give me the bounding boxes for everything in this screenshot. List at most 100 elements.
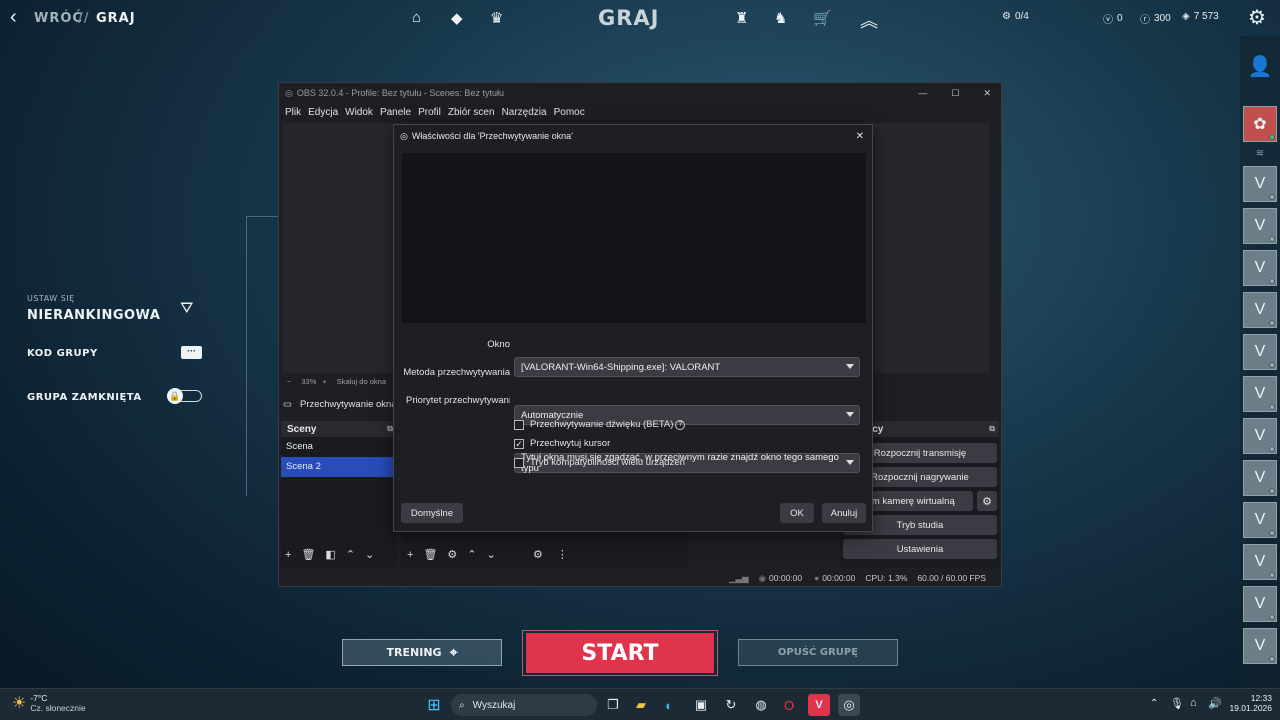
add-friend-icon[interactable]: 👤 [1240, 36, 1280, 96]
menu-scene-collection[interactable]: Zbiór scen [448, 107, 495, 118]
priority-label: Priorytet przechwytywania [406, 395, 510, 406]
taskbar-search[interactable]: ⌕ Wyszukaj [451, 694, 597, 716]
mode-emblem-icon[interactable]: ⛛ [180, 300, 193, 318]
weather-widget[interactable]: ☀ -7°C Cz. słonecznie [12, 693, 86, 713]
agents-icon[interactable]: ♛ [490, 9, 503, 27]
chat-bubble-icon[interactable]: ··· [181, 346, 202, 359]
audio-capture-checkbox-row[interactable]: Przechwytywanie dźwięku (BETA) ? [514, 419, 686, 430]
advanced-audio-icon[interactable]: ⚙ [533, 548, 543, 561]
missions-counter[interactable]: ⚙ 0/4 [1002, 11, 1029, 22]
collection-icon[interactable]: ◆ [451, 9, 463, 27]
store-icon[interactable]: ▣ [690, 694, 712, 716]
window-select[interactable]: [VALORANT-Win64-Shipping.exe]: VALORANT [514, 357, 860, 377]
settings-gear-icon[interactable]: ⚙ [1248, 5, 1266, 30]
battlepass-icon[interactable]: ♞ [774, 9, 787, 27]
maximize-icon[interactable]: ☐ [951, 88, 959, 99]
zoom-value: 33% [301, 376, 317, 386]
virtual-camera-settings-icon[interactable]: ⚙ [977, 491, 997, 511]
move-up-icon[interactable]: ⌃ [467, 548, 476, 561]
friend-slot[interactable]: V [1243, 418, 1277, 454]
task-view-icon[interactable]: ❐ [602, 694, 624, 716]
leave-group-button[interactable]: OPUŚĆ GRUPĘ [738, 639, 898, 666]
show-hidden-icons[interactable]: ⌃ [1150, 698, 1158, 709]
friend-slot[interactable]: V [1243, 292, 1277, 328]
opera-icon[interactable]: O [778, 694, 800, 716]
start-button[interactable]: START [526, 633, 714, 673]
vp-balance[interactable]: ⓥ 0 [1103, 11, 1123, 26]
trash-icon[interactable]: 🗑 [301, 548, 315, 561]
edge-icon[interactable]: ◐ [658, 694, 680, 716]
menu-tools[interactable]: Narzędzia [502, 107, 547, 118]
capture-cursor-checkbox-row[interactable]: ✓ Przechwytuj kursor [514, 438, 610, 449]
friend-slot[interactable]: V [1243, 544, 1277, 580]
defaults-button[interactable]: Domyślne [401, 503, 463, 523]
help-icon[interactable]: ? [675, 419, 686, 430]
friend-slot[interactable]: V [1243, 250, 1277, 286]
close-icon[interactable]: ✕ [856, 131, 864, 142]
home-icon[interactable]: ⌂ [412, 9, 421, 26]
multi-adapter-checkbox-row[interactable]: Tryb kompatybilności wielu urządzeń [514, 457, 685, 468]
zoom-in-button[interactable]: + [322, 377, 326, 386]
audio-capture-checkbox[interactable] [514, 419, 524, 430]
menu-view[interactable]: Widok [345, 107, 373, 118]
friend-slot[interactable]: V [1243, 166, 1277, 202]
gear-icon[interactable]: ⚙ [447, 548, 457, 561]
store-icon[interactable]: 🛒 [813, 9, 832, 27]
valorant-logo-icon: V [1254, 259, 1266, 276]
add-icon[interactable]: + [285, 549, 291, 561]
friend-slot[interactable]: V [1243, 376, 1277, 412]
obs-icon[interactable]: ◎ [838, 694, 860, 716]
menu-profile[interactable]: Profil [418, 107, 441, 118]
windows-start-icon[interactable]: ⊞ [423, 694, 445, 716]
menu-docks[interactable]: Panele [380, 107, 411, 118]
zoom-out-button[interactable]: − [287, 377, 291, 386]
friend-slot[interactable]: V [1243, 586, 1277, 622]
app-icon[interactable]: ↻ [720, 694, 742, 716]
ok-button[interactable]: OK [780, 503, 814, 523]
scene-item[interactable]: Scena [281, 437, 397, 457]
friend-slot[interactable]: V [1243, 208, 1277, 244]
multi-adapter-checkbox[interactable] [514, 457, 524, 468]
steam-icon[interactable]: ◍ [750, 694, 772, 716]
group-closed-toggle[interactable]: 🔒 [167, 388, 202, 404]
back-arrow-icon[interactable]: ‹ [10, 6, 17, 29]
scale-mode[interactable]: Skaluj do okna [337, 377, 386, 386]
network-icon[interactable]: ⌂ [1190, 697, 1197, 709]
capture-cursor-checkbox[interactable]: ✓ [514, 438, 524, 449]
add-icon[interactable]: + [407, 549, 413, 561]
filter-icon[interactable]: ◧ [325, 548, 335, 561]
file-explorer-icon[interactable]: ▰ [630, 694, 652, 716]
friend-slot[interactable]: V [1243, 502, 1277, 538]
trash-icon[interactable]: 🗑 [423, 548, 437, 561]
rank-icon[interactable]: ︽ [860, 7, 878, 33]
valorant-logo-icon: V [1254, 175, 1266, 192]
microphone-icon[interactable]: 🎙 [1170, 697, 1184, 710]
friend-slot[interactable]: V [1243, 334, 1277, 370]
move-up-icon[interactable]: ⌃ [346, 548, 355, 561]
move-down-icon[interactable]: ⌄ [365, 548, 374, 561]
search-icon: ⌕ [459, 699, 465, 711]
player-avatar[interactable]: ✿ [1243, 106, 1277, 142]
valorant-icon[interactable]: V [808, 694, 830, 716]
minimize-icon[interactable]: — [918, 88, 927, 98]
friend-slot[interactable]: V [1243, 460, 1277, 496]
close-icon[interactable]: ✕ [983, 88, 991, 99]
rp-balance[interactable]: ⓡ 300 [1140, 11, 1171, 26]
game-mode[interactable]: NIERANKINGOWA [27, 308, 160, 323]
training-button[interactable]: TRENING ⌖ [342, 639, 502, 666]
menu-file[interactable]: Plik [285, 107, 301, 118]
dock-undock-icon[interactable]: ⧉ [989, 424, 995, 434]
menu-edit[interactable]: Edycja [308, 107, 338, 118]
volume-icon[interactable]: 🔊 [1208, 697, 1222, 710]
career-icon[interactable]: ♜ [735, 9, 748, 27]
friend-slot[interactable]: V [1243, 628, 1277, 664]
menu-help[interactable]: Pomoc [554, 107, 585, 118]
settings-button[interactable]: Ustawienia [843, 539, 997, 559]
more-options-icon[interactable]: ⋮ [557, 548, 568, 561]
clock[interactable]: 12:33 19.01.2026 [1226, 693, 1272, 713]
cancel-button[interactable]: Anuluj [822, 503, 866, 523]
scene-item-selected[interactable]: Scena 2 [281, 457, 397, 477]
move-down-icon[interactable]: ⌄ [487, 548, 496, 561]
back-link[interactable]: WRÓĆ [34, 11, 83, 26]
kc-balance[interactable]: ◈ 7 573 [1182, 11, 1219, 22]
